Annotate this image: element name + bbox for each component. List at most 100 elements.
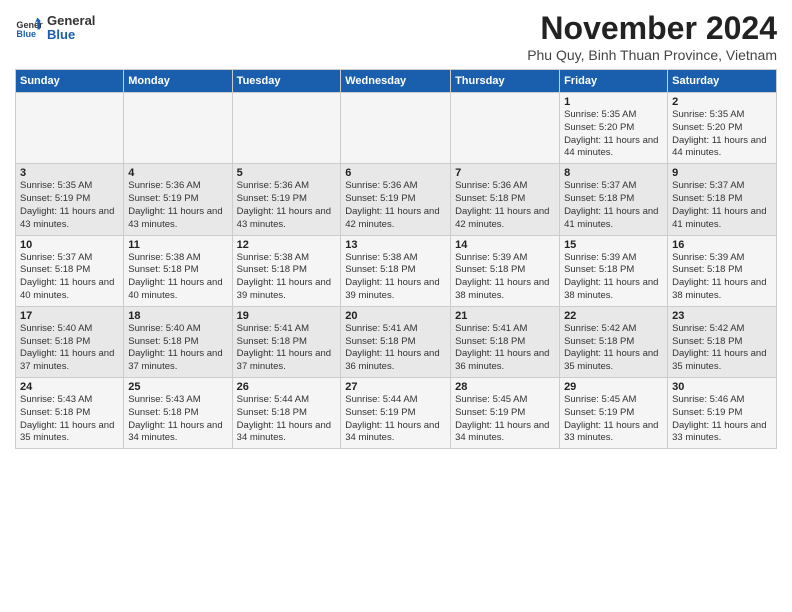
day-number: 23 (672, 310, 772, 322)
day-number: 22 (564, 310, 663, 322)
location-subtitle: Phu Quy, Binh Thuan Province, Vietnam (527, 47, 777, 63)
header-day-friday: Friday (560, 70, 668, 93)
day-info: Sunrise: 5:36 AM Sunset: 5:18 PM Dayligh… (455, 180, 549, 229)
day-number: 7 (455, 167, 555, 179)
header-day-saturday: Saturday (668, 70, 777, 93)
day-number: 15 (564, 239, 663, 251)
calendar-cell: 18Sunrise: 5:40 AM Sunset: 5:18 PM Dayli… (124, 306, 232, 377)
header-day-wednesday: Wednesday (341, 70, 451, 93)
calendar-cell (451, 93, 560, 164)
title-block: November 2024 Phu Quy, Binh Thuan Provin… (527, 10, 777, 63)
calendar-cell: 13Sunrise: 5:38 AM Sunset: 5:18 PM Dayli… (341, 235, 451, 306)
day-number: 20 (345, 310, 446, 322)
day-number: 8 (564, 167, 663, 179)
logo: General Blue General Blue (15, 14, 95, 43)
day-number: 26 (237, 381, 337, 393)
calendar-cell: 30Sunrise: 5:46 AM Sunset: 5:19 PM Dayli… (668, 378, 777, 449)
calendar-cell: 8Sunrise: 5:37 AM Sunset: 5:18 PM Daylig… (560, 164, 668, 235)
calendar-week-1: 1Sunrise: 5:35 AM Sunset: 5:20 PM Daylig… (16, 93, 777, 164)
day-info: Sunrise: 5:39 AM Sunset: 5:18 PM Dayligh… (564, 252, 658, 301)
day-info: Sunrise: 5:43 AM Sunset: 5:18 PM Dayligh… (20, 394, 114, 443)
day-info: Sunrise: 5:42 AM Sunset: 5:18 PM Dayligh… (672, 323, 766, 372)
calendar-cell: 19Sunrise: 5:41 AM Sunset: 5:18 PM Dayli… (232, 306, 341, 377)
calendar-cell: 12Sunrise: 5:38 AM Sunset: 5:18 PM Dayli… (232, 235, 341, 306)
logo-general-text: General (47, 14, 95, 28)
day-number: 14 (455, 239, 555, 251)
day-number: 1 (564, 96, 663, 108)
day-info: Sunrise: 5:35 AM Sunset: 5:20 PM Dayligh… (672, 109, 766, 158)
calendar-cell: 24Sunrise: 5:43 AM Sunset: 5:18 PM Dayli… (16, 378, 124, 449)
calendar-cell: 4Sunrise: 5:36 AM Sunset: 5:19 PM Daylig… (124, 164, 232, 235)
calendar-cell (16, 93, 124, 164)
day-info: Sunrise: 5:37 AM Sunset: 5:18 PM Dayligh… (564, 180, 658, 229)
day-info: Sunrise: 5:35 AM Sunset: 5:19 PM Dayligh… (20, 180, 114, 229)
day-info: Sunrise: 5:35 AM Sunset: 5:20 PM Dayligh… (564, 109, 658, 158)
calendar-cell (124, 93, 232, 164)
calendar-cell: 28Sunrise: 5:45 AM Sunset: 5:19 PM Dayli… (451, 378, 560, 449)
header-day-thursday: Thursday (451, 70, 560, 93)
calendar-cell: 21Sunrise: 5:41 AM Sunset: 5:18 PM Dayli… (451, 306, 560, 377)
day-info: Sunrise: 5:45 AM Sunset: 5:19 PM Dayligh… (455, 394, 549, 443)
calendar-cell: 1Sunrise: 5:35 AM Sunset: 5:20 PM Daylig… (560, 93, 668, 164)
calendar-cell: 5Sunrise: 5:36 AM Sunset: 5:19 PM Daylig… (232, 164, 341, 235)
day-number: 29 (564, 381, 663, 393)
calendar-cell: 16Sunrise: 5:39 AM Sunset: 5:18 PM Dayli… (668, 235, 777, 306)
day-number: 2 (672, 96, 772, 108)
day-number: 18 (128, 310, 227, 322)
day-number: 10 (20, 239, 119, 251)
calendar-cell: 6Sunrise: 5:36 AM Sunset: 5:19 PM Daylig… (341, 164, 451, 235)
day-number: 21 (455, 310, 555, 322)
header-day-monday: Monday (124, 70, 232, 93)
day-number: 17 (20, 310, 119, 322)
day-info: Sunrise: 5:46 AM Sunset: 5:19 PM Dayligh… (672, 394, 766, 443)
logo-icon: General Blue (15, 14, 43, 42)
day-number: 5 (237, 167, 337, 179)
calendar-cell: 15Sunrise: 5:39 AM Sunset: 5:18 PM Dayli… (560, 235, 668, 306)
day-info: Sunrise: 5:44 AM Sunset: 5:19 PM Dayligh… (345, 394, 439, 443)
day-info: Sunrise: 5:42 AM Sunset: 5:18 PM Dayligh… (564, 323, 658, 372)
calendar-cell: 17Sunrise: 5:40 AM Sunset: 5:18 PM Dayli… (16, 306, 124, 377)
calendar-cell: 14Sunrise: 5:39 AM Sunset: 5:18 PM Dayli… (451, 235, 560, 306)
day-number: 16 (672, 239, 772, 251)
calendar-cell: 7Sunrise: 5:36 AM Sunset: 5:18 PM Daylig… (451, 164, 560, 235)
calendar-cell: 23Sunrise: 5:42 AM Sunset: 5:18 PM Dayli… (668, 306, 777, 377)
calendar-cell: 3Sunrise: 5:35 AM Sunset: 5:19 PM Daylig… (16, 164, 124, 235)
day-number: 6 (345, 167, 446, 179)
month-title: November 2024 (527, 10, 777, 47)
day-info: Sunrise: 5:36 AM Sunset: 5:19 PM Dayligh… (128, 180, 222, 229)
calendar-cell: 26Sunrise: 5:44 AM Sunset: 5:18 PM Dayli… (232, 378, 341, 449)
day-info: Sunrise: 5:40 AM Sunset: 5:18 PM Dayligh… (20, 323, 114, 372)
calendar-cell (341, 93, 451, 164)
day-number: 28 (455, 381, 555, 393)
day-info: Sunrise: 5:44 AM Sunset: 5:18 PM Dayligh… (237, 394, 331, 443)
day-info: Sunrise: 5:38 AM Sunset: 5:18 PM Dayligh… (237, 252, 331, 301)
day-info: Sunrise: 5:36 AM Sunset: 5:19 PM Dayligh… (345, 180, 439, 229)
day-info: Sunrise: 5:39 AM Sunset: 5:18 PM Dayligh… (672, 252, 766, 301)
day-info: Sunrise: 5:36 AM Sunset: 5:19 PM Dayligh… (237, 180, 331, 229)
calendar-cell: 20Sunrise: 5:41 AM Sunset: 5:18 PM Dayli… (341, 306, 451, 377)
day-info: Sunrise: 5:39 AM Sunset: 5:18 PM Dayligh… (455, 252, 549, 301)
calendar-week-4: 17Sunrise: 5:40 AM Sunset: 5:18 PM Dayli… (16, 306, 777, 377)
logo-blue-text: Blue (47, 28, 95, 42)
header-day-sunday: Sunday (16, 70, 124, 93)
calendar-cell: 22Sunrise: 5:42 AM Sunset: 5:18 PM Dayli… (560, 306, 668, 377)
day-number: 4 (128, 167, 227, 179)
calendar-body: 1Sunrise: 5:35 AM Sunset: 5:20 PM Daylig… (16, 93, 777, 449)
day-info: Sunrise: 5:38 AM Sunset: 5:18 PM Dayligh… (345, 252, 439, 301)
day-number: 25 (128, 381, 227, 393)
calendar-header: SundayMondayTuesdayWednesdayThursdayFrid… (16, 70, 777, 93)
calendar-week-3: 10Sunrise: 5:37 AM Sunset: 5:18 PM Dayli… (16, 235, 777, 306)
page-header: General Blue General Blue November 2024 … (15, 10, 777, 63)
calendar-cell: 10Sunrise: 5:37 AM Sunset: 5:18 PM Dayli… (16, 235, 124, 306)
day-info: Sunrise: 5:41 AM Sunset: 5:18 PM Dayligh… (237, 323, 331, 372)
day-number: 24 (20, 381, 119, 393)
header-row: SundayMondayTuesdayWednesdayThursdayFrid… (16, 70, 777, 93)
day-info: Sunrise: 5:41 AM Sunset: 5:18 PM Dayligh… (345, 323, 439, 372)
day-info: Sunrise: 5:37 AM Sunset: 5:18 PM Dayligh… (20, 252, 114, 301)
day-number: 12 (237, 239, 337, 251)
day-number: 3 (20, 167, 119, 179)
day-number: 27 (345, 381, 446, 393)
day-info: Sunrise: 5:37 AM Sunset: 5:18 PM Dayligh… (672, 180, 766, 229)
calendar-week-5: 24Sunrise: 5:43 AM Sunset: 5:18 PM Dayli… (16, 378, 777, 449)
calendar-cell: 9Sunrise: 5:37 AM Sunset: 5:18 PM Daylig… (668, 164, 777, 235)
